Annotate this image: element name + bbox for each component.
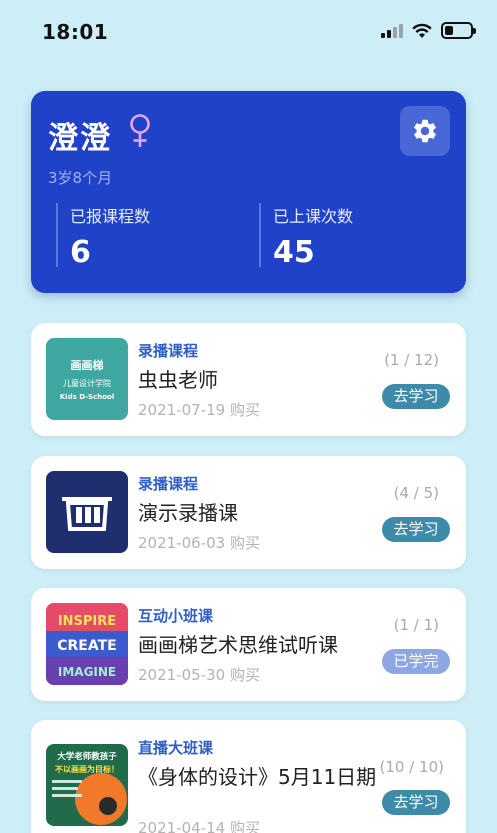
course-purchase-date: 2021-04-14 购买 [138, 819, 260, 833]
child-profile-card: 澄澄 3岁8个月 已报课程数 6 已上课次数 45 [31, 91, 466, 293]
thumb-line2: Kids D-School [60, 393, 114, 401]
course-thumbnail [46, 471, 128, 553]
course-card[interactable]: 录播课程 演示录播课 2021-06-03 购买 (4 / 5) 去学习 [31, 456, 466, 569]
thumb-brand: 画画梯 [71, 358, 104, 372]
thumb-line1: 大学老师教孩子 [57, 751, 117, 762]
cellular-signal-icon [381, 23, 403, 38]
stage-logo-icon [62, 497, 112, 531]
thumb-line1: INSPIRE [58, 614, 116, 629]
stat-attended-lessons: 已上课次数 45 [259, 203, 354, 270]
course-title: 《身体的设计》5月11日期 [138, 765, 377, 789]
stat-enrolled-courses: 已报课程数 6 [56, 203, 151, 270]
course-card[interactable]: 画画梯 儿童设计学院 Kids D-School 录播课程 虫虫老师 2021-… [31, 323, 466, 436]
thumb-line1: 儿童设计学院 [63, 378, 111, 388]
course-poster: 大学老师教孩子 不以画画为目标！ [52, 751, 127, 825]
thumb-line2: 不以画画为目标！ [55, 764, 119, 774]
course-thumbnail: 大学老师教孩子 不以画画为目标！ [46, 744, 128, 826]
battery-icon [441, 22, 476, 39]
course-title: 画画梯艺术思维试听课 [138, 633, 338, 657]
course-thumbnail: 画画梯 儿童设计学院 Kids D-School [46, 338, 128, 420]
study-button[interactable]: 去学习 [382, 517, 450, 542]
stat-label: 已上课次数 [273, 207, 354, 226]
thumb-line2: CREATE [57, 638, 116, 654]
course-card[interactable]: INSPIRE CREATE IMAGINE 互动小班课 画画梯艺术思维试听课 … [31, 588, 466, 701]
child-age: 3岁8个月 [48, 169, 113, 187]
course-progress: (10 / 10) [379, 758, 444, 776]
settings-button[interactable] [400, 106, 450, 156]
stat-value: 6 [70, 235, 91, 270]
course-progress: (1 / 12) [384, 351, 439, 369]
status-time: 18:01 [42, 20, 109, 44]
wifi-icon [412, 23, 432, 38]
course-type: 录播课程 [138, 475, 199, 493]
completed-button[interactable]: 已学完 [382, 649, 450, 674]
course-progress: (4 / 5) [393, 484, 439, 502]
inspire-create-imagine-artwork: INSPIRE CREATE IMAGINE [46, 603, 128, 685]
course-type: 互动小班课 [138, 607, 214, 625]
status-bar: 18:01 [0, 0, 497, 62]
course-purchase-date: 2021-06-03 购买 [138, 534, 260, 552]
course-purchase-date: 2021-07-19 购买 [138, 401, 260, 419]
course-title: 虫虫老师 [138, 368, 218, 392]
study-button[interactable]: 去学习 [382, 790, 450, 815]
status-icons [381, 22, 476, 39]
course-type: 直播大班课 [138, 739, 214, 757]
battery-level [445, 26, 454, 35]
kids-dschool-logo: 画画梯 儿童设计学院 Kids D-School [60, 358, 114, 401]
child-name: 澄澄 [48, 121, 112, 156]
course-type: 录播课程 [138, 342, 199, 360]
stat-label: 已报课程数 [70, 207, 151, 226]
course-progress: (1 / 1) [393, 616, 439, 634]
thumb-line3: IMAGINE [58, 665, 116, 679]
course-card[interactable]: 大学老师教孩子 不以画画为目标！ 直播大班课 《身体的设计》5月11日期 202… [31, 720, 466, 833]
female-icon [130, 114, 150, 147]
stat-value: 45 [273, 235, 315, 270]
course-purchase-date: 2021-05-30 购买 [138, 666, 260, 684]
course-thumbnail: INSPIRE CREATE IMAGINE [46, 603, 128, 685]
gear-icon [414, 119, 436, 143]
study-button[interactable]: 去学习 [382, 384, 450, 409]
course-title: 演示录播课 [138, 501, 238, 525]
